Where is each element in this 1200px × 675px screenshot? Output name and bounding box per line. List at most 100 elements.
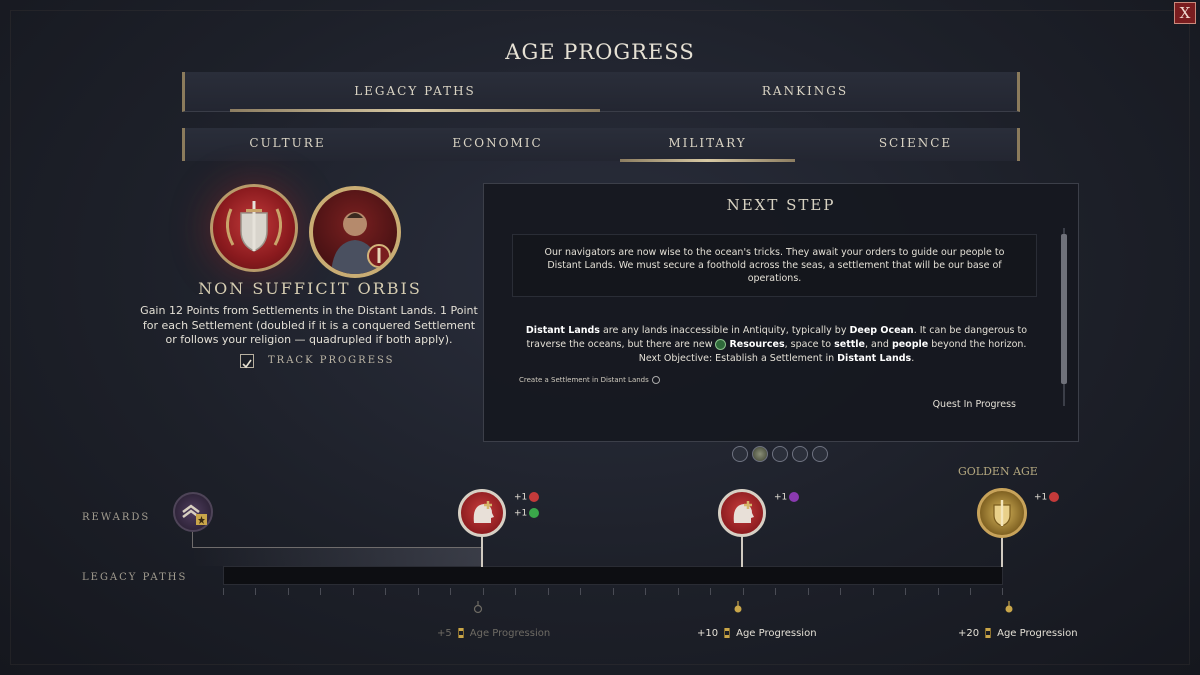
milestone-amount: +10: [697, 628, 719, 639]
progress-tick: [970, 588, 971, 595]
next-step-panel: NEXT STEP Our navigators are now wise to…: [483, 183, 1079, 442]
pager-dot-3[interactable]: [772, 446, 788, 462]
body-text: .: [911, 353, 915, 364]
progress-tick: [775, 588, 776, 595]
main-tab-bar: LEGACY PATHS RANKINGS: [182, 72, 1020, 112]
pager-dot-5[interactable]: [812, 446, 828, 462]
body-text: , and: [865, 339, 892, 350]
red-token-icon: [529, 492, 540, 502]
leader-ability-description: Gain 12 Points from Settlements in the D…: [140, 304, 478, 346]
purple-token-icon: [789, 492, 800, 502]
progress-tick: [385, 588, 386, 595]
reward-stem: [741, 535, 743, 567]
body-text: are any lands inaccessible in Antiquity,…: [599, 325, 850, 336]
next-step-title: NEXT STEP: [726, 196, 836, 214]
reward-bonus: +1: [514, 492, 540, 503]
legacy-progress-bar: [223, 566, 1003, 585]
progress-tick: [515, 588, 516, 595]
next-step-body: Distant Lands are any lands inaccessible…: [514, 324, 1039, 366]
pager-dot-1[interactable]: [732, 446, 748, 462]
keyword-people: people: [891, 339, 929, 350]
progress-tick: [808, 588, 809, 595]
head-plus-icon[interactable]: [718, 489, 766, 537]
leader-portrait-icon: [309, 186, 401, 278]
golden-shield-icon[interactable]: [977, 488, 1027, 538]
leader-ability-name: NON SUFFICIT ORBIS: [198, 279, 422, 298]
progress-tick: [1002, 588, 1003, 595]
milestone-marker-icon: [734, 601, 742, 613]
keyword-settle: settle: [834, 339, 865, 350]
milestone-label: +20 Age Progression: [958, 628, 1078, 639]
keyword-resources: Resources: [729, 339, 785, 350]
progress-tick: [905, 588, 906, 595]
scrollbar[interactable]: [1061, 220, 1067, 415]
tab-economic[interactable]: ECONOMIC: [395, 128, 600, 161]
milestone-text: Age Progression: [469, 628, 551, 639]
bonus-amount: +1: [774, 492, 788, 503]
green-token-icon: [529, 508, 540, 518]
reward-bonus: +1: [1034, 492, 1060, 503]
connector-line: [192, 532, 193, 548]
body-text: , space to: [784, 339, 835, 350]
bonus-amount: +1: [1034, 492, 1048, 503]
tab-rankings[interactable]: RANKINGS: [605, 72, 1005, 111]
milestone-amount: +5: [437, 628, 452, 639]
objective-status-icon: [651, 376, 660, 384]
progress-shade: [192, 548, 482, 566]
next-objective-text: Next Objective: Establish a Settlement i…: [638, 353, 838, 364]
progress-tick: [645, 588, 646, 595]
head-plus-icon[interactable]: [458, 489, 506, 537]
milestone-amount: +20: [958, 628, 980, 639]
category-tab-bar: CULTURE ECONOMIC MILITARY SCIENCE: [182, 128, 1020, 162]
progress-tick: [223, 588, 224, 595]
progress-tick: [320, 588, 321, 595]
tab-science[interactable]: SCIENCE: [813, 128, 1018, 161]
bonus-amount: +1: [514, 492, 528, 503]
progress-tick: [483, 588, 484, 595]
progress-tick: [743, 588, 744, 595]
tab-culture[interactable]: CULTURE: [185, 128, 390, 161]
progress-tick: [840, 588, 841, 595]
progress-tick: [548, 588, 549, 595]
tab-military[interactable]: MILITARY: [605, 128, 810, 162]
shield-sword-icon: [210, 184, 298, 272]
tab-legacy-paths[interactable]: LEGACY PATHS: [215, 72, 615, 112]
hourglass-icon: [457, 628, 464, 638]
progress-tick: [580, 588, 581, 595]
bonus-amount: +1: [514, 508, 528, 519]
reward-bonus: +1: [774, 492, 800, 503]
progress-tick: [288, 588, 289, 595]
progress-tick: [710, 588, 711, 595]
quest-status: Quest In Progress: [932, 399, 1016, 410]
milestone-marker-icon: [473, 601, 483, 614]
objective-label: Create a Settlement in Distant Lands: [519, 376, 649, 384]
keyword-deep-ocean: Deep Ocean: [849, 325, 914, 336]
reward-stem: [1001, 535, 1003, 567]
progress-tick: [678, 588, 679, 595]
progress-tick: [938, 588, 939, 595]
resource-icon: [715, 339, 727, 350]
page-title: AGE PROGRESS: [505, 40, 695, 64]
legacy-paths-row-label: LEGACY PATHS: [82, 572, 188, 583]
milestone-label: +10 Age Progression: [697, 628, 817, 639]
milestone-text: Age Progression: [997, 628, 1078, 639]
progress-tick: [255, 588, 256, 595]
checkmark-icon: [242, 359, 252, 369]
reward-bonus: +1: [514, 508, 540, 519]
hourglass-icon: [985, 628, 992, 638]
scroll-thumb[interactable]: [1061, 234, 1067, 384]
pager-dot-4[interactable]: [792, 446, 808, 462]
progress-tick: [418, 588, 419, 595]
reward-stem: [481, 535, 483, 567]
milestone-marker-icon: [1005, 601, 1013, 613]
progress-tick: [873, 588, 874, 595]
keyword-distant-lands: Distant Lands: [837, 353, 912, 364]
pager-dot-2[interactable]: [752, 446, 768, 462]
progress-tick: [613, 588, 614, 595]
progress-tick: [450, 588, 451, 595]
close-button[interactable]: X: [1174, 2, 1196, 24]
track-progress-checkbox[interactable]: [240, 354, 254, 369]
track-progress-label: TRACK PROGRESS: [268, 355, 395, 366]
rank-chevron-star-icon[interactable]: [173, 492, 213, 532]
keyword-distant-lands: Distant Lands: [525, 325, 600, 336]
